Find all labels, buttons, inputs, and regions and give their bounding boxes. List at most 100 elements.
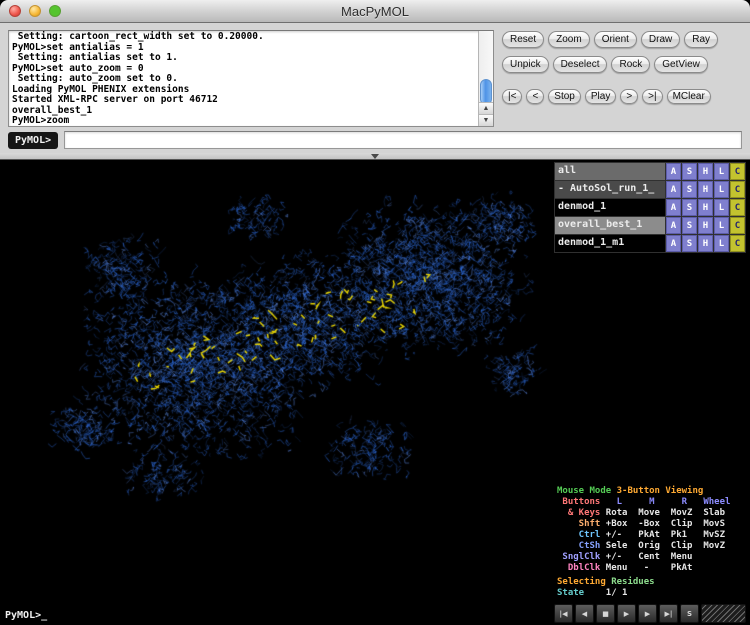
object-menu-s[interactable]: S	[682, 199, 697, 216]
scroll-up-icon[interactable]: ▲	[479, 102, 493, 114]
viewer-column: PyMOL>_	[0, 160, 554, 625]
object-menu-l[interactable]: L	[714, 199, 729, 216]
object-menu-h[interactable]: H	[698, 181, 713, 198]
object-menu-a[interactable]: A	[666, 217, 681, 234]
object-menu-c[interactable]: C	[730, 163, 745, 180]
object-menu-c[interactable]: C	[730, 199, 745, 216]
toolbar: ResetZoomOrientDrawRay UnpickDeselectRoc…	[502, 30, 742, 127]
mouse-matrix-line: DblClk Menu - PkAt	[557, 563, 743, 574]
mouse-panel-text: SnglClk	[557, 552, 606, 562]
object-menu-s[interactable]: S	[682, 163, 697, 180]
object-menu-l[interactable]: L	[714, 235, 729, 252]
mouse-panel-text: Menu - PkAt	[606, 563, 693, 573]
object-menu-s[interactable]: S	[682, 217, 697, 234]
console-area: Setting: cartoon_rect_width set to 0.200…	[8, 30, 494, 127]
object-row-denmod-1: denmod_1ASHLC	[555, 199, 745, 216]
button-ray[interactable]: Ray	[684, 31, 718, 48]
object-name[interactable]: - AutoSol_run_1_	[555, 181, 665, 198]
mouse-panel-text: Sele Orig Clip MovZ	[606, 541, 725, 551]
movie-step-forward-button[interactable]: ▶	[638, 604, 657, 623]
mouse-mode-line[interactable]: Mouse Mode 3-Button Viewing	[557, 486, 743, 497]
object-menu-c[interactable]: C	[730, 217, 745, 234]
toolbar-row-2: UnpickDeselectRockGetView	[502, 56, 708, 73]
object-menu-h[interactable]: H	[698, 217, 713, 234]
console-line: Setting: cartoon_rect_width set to 0.200…	[12, 32, 475, 43]
button-play[interactable]: Play	[585, 89, 616, 104]
window-controls	[9, 5, 61, 17]
command-row: PyMOL>	[0, 131, 750, 153]
console-scrollbar[interactable]: ▲ ▼	[478, 31, 493, 126]
console-log[interactable]: Setting: cartoon_rect_width set to 0.200…	[9, 31, 478, 126]
macpymol-window: MacPyMOL Setting: cartoon_rect_width set…	[0, 0, 750, 625]
object-menu-s[interactable]: S	[682, 181, 697, 198]
movie-play-button[interactable]: ▶	[617, 604, 636, 623]
mouse-panel-text: & Keys	[557, 508, 606, 518]
movie-stop-button[interactable]: ■	[596, 604, 615, 623]
mouse-panel-text: Selecting	[557, 577, 611, 587]
object-menu-h[interactable]: H	[698, 235, 713, 252]
movie-skip-start-button[interactable]: |◀	[554, 604, 573, 623]
mouse-panel-text: CtSh	[557, 541, 606, 551]
button-rock[interactable]: Rock	[611, 56, 650, 73]
object-menu-a[interactable]: A	[666, 163, 681, 180]
button-step-forward[interactable]: >	[620, 89, 638, 104]
console-line: overall_best_1	[12, 106, 475, 117]
mouse-matrix-line: Ctrl +/- PkAt Pk1 MvSZ	[557, 530, 743, 541]
scrollbar-thumb[interactable]	[480, 79, 492, 105]
object-menu-c[interactable]: C	[730, 181, 745, 198]
close-button[interactable]	[9, 5, 21, 17]
mouse-panel-text: DblClk	[557, 563, 606, 573]
button-mclear[interactable]: MClear	[667, 89, 711, 104]
button-stop[interactable]: Stop	[548, 89, 581, 104]
object-menu-l[interactable]: L	[714, 217, 729, 234]
viewport-3d[interactable]	[0, 160, 554, 607]
object-menu-h[interactable]: H	[698, 199, 713, 216]
resize-grip[interactable]	[701, 604, 746, 623]
object-menu-a[interactable]: A	[666, 199, 681, 216]
object-name[interactable]: all	[555, 163, 665, 180]
movie-scene-button[interactable]: S	[680, 604, 699, 623]
mouse-panel-text: Buttons	[557, 497, 606, 507]
object-menu-s[interactable]: S	[682, 235, 697, 252]
movie-step-back-button[interactable]: ◀	[575, 604, 594, 623]
command-input[interactable]	[64, 131, 742, 149]
scroll-down-icon[interactable]: ▼	[479, 114, 493, 126]
main-area: PyMOL>_ allASHLC- AutoSol_run_1_ASHLCden…	[0, 160, 750, 625]
button-getview[interactable]: GetView	[654, 56, 708, 73]
button-skip-start[interactable]: |<	[502, 89, 522, 104]
mouse-panel-text: State	[557, 588, 590, 598]
object-name[interactable]: denmod_1	[555, 199, 665, 216]
button-draw[interactable]: Draw	[641, 31, 680, 48]
object-menu-l[interactable]: L	[714, 181, 729, 198]
maximize-button[interactable]	[49, 5, 61, 17]
console-line: Setting: auto_zoom set to 0.	[12, 74, 475, 85]
button-zoom[interactable]: Zoom	[548, 31, 590, 48]
object-menu-l[interactable]: L	[714, 163, 729, 180]
button-orient[interactable]: Orient	[594, 31, 637, 48]
splitter-triangle-icon	[371, 154, 379, 159]
state-line[interactable]: State 1/ 1	[557, 588, 743, 599]
minimize-button[interactable]	[29, 5, 41, 17]
mouse-matrix-line: Buttons L M R Wheel	[557, 497, 743, 508]
mouse-panel-text: Shft	[557, 519, 606, 529]
object-menu-a[interactable]: A	[666, 235, 681, 252]
mouse-matrix-line: Shft +Box -Box Clip MovS	[557, 519, 743, 530]
object-menu-a[interactable]: A	[666, 181, 681, 198]
movie-skip-end-button[interactable]: ▶|	[659, 604, 678, 623]
mouse-matrix-line: CtSh Sele Orig Clip MovZ	[557, 541, 743, 552]
button-skip-end[interactable]: >|	[642, 89, 662, 104]
object-menu-h[interactable]: H	[698, 163, 713, 180]
object-row-denmod-1-m1: denmod_1_m1ASHLC	[555, 235, 745, 252]
button-step-back[interactable]: <	[526, 89, 544, 104]
object-menu-c[interactable]: C	[730, 235, 745, 252]
title-bar[interactable]: MacPyMOL	[0, 0, 750, 23]
viewer-prompt[interactable]: PyMOL>_	[0, 607, 554, 625]
object-name[interactable]: denmod_1_m1	[555, 235, 665, 252]
selecting-line[interactable]: Selecting Residues	[557, 577, 743, 588]
splitter-handle[interactable]	[0, 153, 750, 160]
button-deselect[interactable]: Deselect	[553, 56, 608, 73]
object-name[interactable]: overall_best_1	[555, 217, 665, 234]
button-reset[interactable]: Reset	[502, 31, 544, 48]
button-unpick[interactable]: Unpick	[502, 56, 549, 73]
toolbar-row-3: |< < Stop Play > >| MClear	[502, 89, 711, 104]
